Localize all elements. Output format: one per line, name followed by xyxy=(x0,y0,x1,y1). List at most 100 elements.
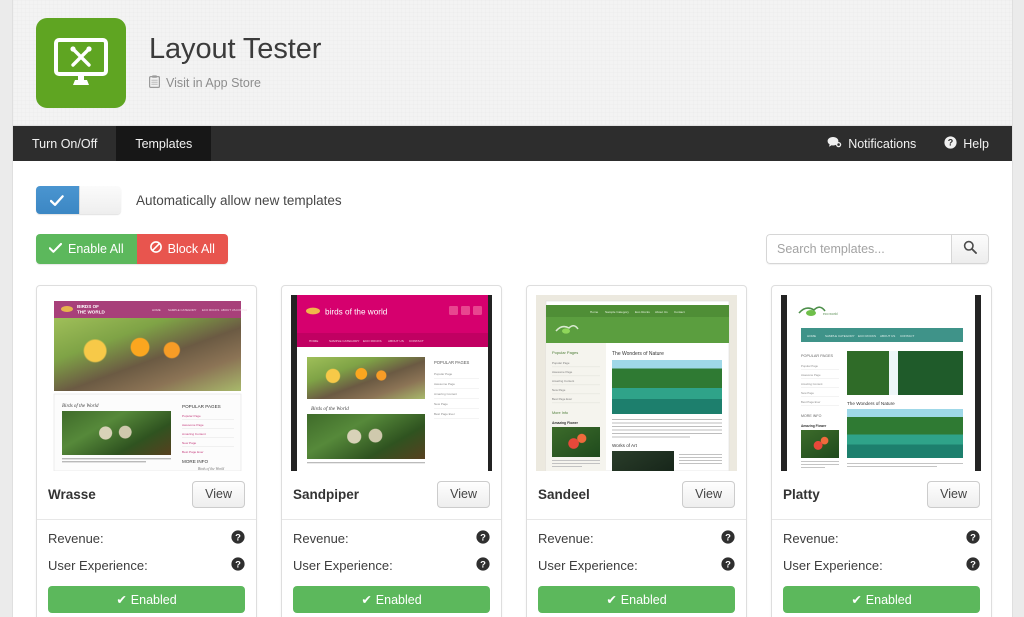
template-preview-thumbnail[interactable]: eco world HOME SAMPLE CATEGORY ECO ROCKS… xyxy=(781,295,982,471)
status-toggle-button[interactable]: ✔ Enabled xyxy=(538,586,735,613)
user-experience-help-icon[interactable]: ? xyxy=(966,557,980,574)
preview-platty: eco world HOME SAMPLE CATEGORY ECO ROCKS… xyxy=(781,295,982,471)
view-button[interactable]: View xyxy=(682,481,735,508)
user-experience-row: User Experience: ? xyxy=(527,547,746,574)
revenue-help-icon[interactable]: ? xyxy=(476,530,490,547)
svg-text:?: ? xyxy=(480,532,486,543)
status-toggle-button[interactable]: ✔ Enabled xyxy=(48,586,245,613)
enable-all-button[interactable]: Enable All xyxy=(36,234,137,264)
check-icon: ✔ xyxy=(606,593,617,607)
help-button[interactable]: ? Help xyxy=(930,126,1003,161)
template-preview-thumbnail[interactable]: BIRDS OF THE WORLD HOME SAMPLE CATEGORY … xyxy=(46,295,247,471)
svg-text:HOME: HOME xyxy=(309,339,318,343)
svg-text:birds of the world: birds of the world xyxy=(325,308,388,317)
revenue-help-icon[interactable]: ? xyxy=(721,530,735,547)
svg-text:Popular Page: Popular Page xyxy=(801,364,818,368)
svg-text:?: ? xyxy=(948,137,954,147)
revenue-row: Revenue: ? xyxy=(772,520,991,547)
svg-text:HOME: HOME xyxy=(152,308,161,312)
search-icon xyxy=(963,240,977,259)
svg-text:ECO ROCKS: ECO ROCKS xyxy=(202,308,219,312)
revenue-help-icon[interactable]: ? xyxy=(966,530,980,547)
user-experience-label: User Experience: xyxy=(48,558,148,573)
svg-text:Popular Page: Popular Page xyxy=(434,372,453,376)
template-card[interactable]: Home Sample Category Eco Rocks About Us … xyxy=(526,285,747,617)
template-card-header: Platty View xyxy=(772,471,991,520)
view-button[interactable]: View xyxy=(437,481,490,508)
app-store-link[interactable]: Visit in App Store xyxy=(149,75,321,91)
tab-templates[interactable]: Templates xyxy=(116,126,212,161)
template-card[interactable]: eco world HOME SAMPLE CATEGORY ECO ROCKS… xyxy=(771,285,992,617)
svg-text:?: ? xyxy=(480,559,486,570)
auto-allow-toggle[interactable] xyxy=(36,186,121,214)
speech-bubble-icon xyxy=(827,136,842,152)
svg-text:About Us: About Us xyxy=(655,310,668,314)
template-card[interactable]: birds of the world HOME SAMPLE CATEGORY … xyxy=(281,285,502,617)
navbar-tabs: Turn On/Off Templates xyxy=(13,126,212,161)
template-preview-thumbnail[interactable]: birds of the world HOME SAMPLE CATEGORY … xyxy=(291,295,492,471)
app-header: Layout Tester Visit in App Store xyxy=(13,0,1012,126)
search-button[interactable] xyxy=(951,234,989,264)
status-toggle-button[interactable]: ✔ Enabled xyxy=(783,586,980,613)
revenue-label: Revenue: xyxy=(538,531,594,546)
block-all-label: Block All xyxy=(167,241,215,256)
template-name: Sandeel xyxy=(538,487,590,502)
svg-text:Amazing Content: Amazing Content xyxy=(182,432,206,436)
svg-text:Popular Pages: Popular Pages xyxy=(552,350,578,355)
svg-text:eco world: eco world xyxy=(823,312,838,316)
svg-text:?: ? xyxy=(725,559,731,570)
check-icon: ✔ xyxy=(851,593,862,607)
user-experience-help-icon[interactable]: ? xyxy=(476,557,490,574)
user-experience-label: User Experience: xyxy=(293,558,393,573)
auto-allow-row: Automatically allow new templates xyxy=(36,161,989,214)
preview-wrasse: BIRDS OF THE WORLD HOME SAMPLE CATEGORY … xyxy=(46,295,247,471)
view-button[interactable]: View xyxy=(192,481,245,508)
app-container: Layout Tester Visit in App Store Turn On… xyxy=(13,0,1012,617)
notifications-label: Notifications xyxy=(848,136,917,151)
user-experience-row: User Experience: ? xyxy=(282,547,501,574)
user-experience-label: User Experience: xyxy=(538,558,638,573)
svg-text:CONTACT: CONTACT xyxy=(236,308,247,312)
svg-text:Eco Rocks: Eco Rocks xyxy=(635,310,650,314)
svg-text:Amazing Content: Amazing Content xyxy=(552,379,574,383)
user-experience-help-icon[interactable]: ? xyxy=(721,557,735,574)
svg-text:Amazing Content: Amazing Content xyxy=(434,392,457,396)
user-experience-row: User Experience: ? xyxy=(37,547,256,574)
svg-text:Home: Home xyxy=(590,310,599,314)
svg-text:POPULAR PAGES: POPULAR PAGES xyxy=(434,360,470,365)
svg-text:SAMPLE CATEGORY: SAMPLE CATEGORY xyxy=(329,339,360,343)
template-name: Platty xyxy=(783,487,820,502)
tab-turn-on-off-label: Turn On/Off xyxy=(32,136,98,151)
revenue-row: Revenue: ? xyxy=(282,520,501,547)
block-all-button[interactable]: Block All xyxy=(136,234,228,264)
preview-sandeel: Home Sample Category Eco Rocks About Us … xyxy=(536,295,737,471)
svg-text:SAMPLE CATEGORY: SAMPLE CATEGORY xyxy=(825,334,855,338)
svg-text:Popular Page: Popular Page xyxy=(182,414,201,418)
svg-text:Awesome Page: Awesome Page xyxy=(552,370,573,374)
template-card-header: Sandpiper View xyxy=(282,471,501,520)
svg-text:POPULAR PAGES: POPULAR PAGES xyxy=(801,354,833,358)
search-input[interactable] xyxy=(766,234,951,264)
svg-text:MORE INFO: MORE INFO xyxy=(182,459,208,464)
svg-text:Popular Page: Popular Page xyxy=(552,361,570,365)
svg-text:Awesome Page: Awesome Page xyxy=(801,373,821,377)
svg-text:MORE INFO: MORE INFO xyxy=(801,414,822,418)
navbar: Turn On/Off Templates Notifications ? He… xyxy=(13,126,1012,161)
revenue-help-icon[interactable]: ? xyxy=(231,530,245,547)
template-card-header: Sandeel View xyxy=(527,471,746,520)
svg-text:Amazing Content: Amazing Content xyxy=(801,382,823,386)
svg-text:ABOUT US: ABOUT US xyxy=(221,308,236,312)
view-button[interactable]: View xyxy=(927,481,980,508)
svg-text:Best Page Ever: Best Page Ever xyxy=(182,450,204,454)
template-card[interactable]: BIRDS OF THE WORLD HOME SAMPLE CATEGORY … xyxy=(36,285,257,617)
template-grid: BIRDS OF THE WORLD HOME SAMPLE CATEGORY … xyxy=(36,285,992,617)
notifications-button[interactable]: Notifications xyxy=(813,126,930,161)
tab-turn-on-off[interactable]: Turn On/Off xyxy=(13,126,116,161)
user-experience-help-icon[interactable]: ? xyxy=(231,557,245,574)
app-store-link-label: Visit in App Store xyxy=(166,76,261,90)
revenue-label: Revenue: xyxy=(783,531,839,546)
status-toggle-button[interactable]: ✔ Enabled xyxy=(293,586,490,613)
template-card-header: Wrasse View xyxy=(37,471,256,520)
template-preview-thumbnail[interactable]: Home Sample Category Eco Rocks About Us … xyxy=(536,295,737,471)
svg-text:Birds of the World: Birds of the World xyxy=(198,467,224,471)
